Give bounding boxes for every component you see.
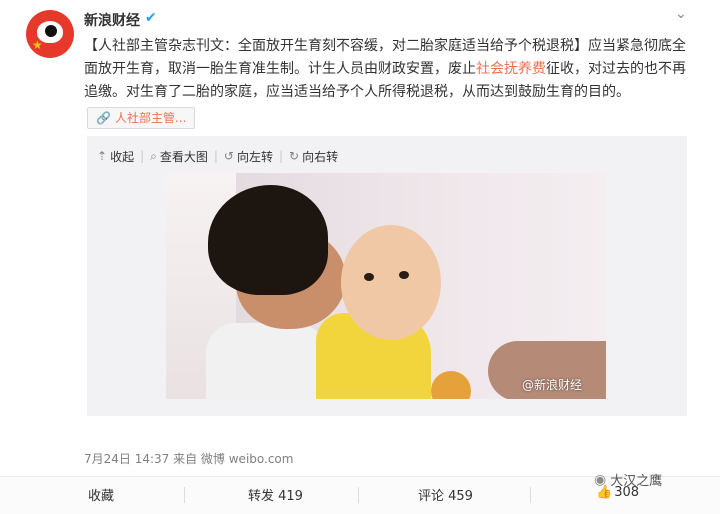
photo-baby-eye	[364, 273, 374, 281]
comment-button[interactable]: 评论 459	[418, 485, 473, 504]
wechat-watermark: ◉ 大汉之鹰	[594, 470, 663, 490]
photo-watermark: @新浪财经	[522, 378, 583, 392]
toolbar-divider: |	[140, 149, 145, 163]
repost-button[interactable]: 转发 419	[248, 485, 303, 504]
username[interactable]: 新浪财经	[84, 10, 140, 30]
view-large-label: 查看大图	[159, 149, 208, 164]
verified-icon: ✔	[145, 10, 157, 26]
topic-link-chip[interactable]: 🔗 人社部主管...	[87, 107, 196, 129]
rotate-left-icon: ↺	[223, 149, 234, 163]
avatar[interactable]: ★	[26, 10, 74, 58]
brand-label: 大汉之鹰	[610, 474, 663, 489]
media-toolbar: ⇡ 收起 | ⌕ 查看大图 | ↺ 向左转 | ↻ 向右转	[97, 146, 346, 166]
rotate-right-button[interactable]: ↻ 向右转	[289, 148, 338, 165]
rotate-right-icon: ↻	[289, 149, 300, 163]
action-divider	[184, 487, 185, 503]
favorite-button[interactable]: 收藏	[88, 485, 114, 504]
photo-boy-shirt	[206, 323, 326, 399]
post-link[interactable]: 社会抚养费	[476, 61, 546, 77]
collapse-label: 收起	[110, 149, 135, 164]
wechat-icon: ◉	[594, 471, 607, 488]
toolbar-divider: |	[213, 149, 218, 163]
rotate-left-label: 向左转	[236, 149, 273, 164]
post-text: 【人社部主管杂志刊文：全面放开生育刻不容缓，对二胎家庭适当给予个税退税】应当紧急…	[84, 35, 690, 104]
view-large-button[interactable]: ⌕ 查看大图	[150, 148, 208, 165]
action-divider	[358, 487, 359, 503]
post-meta[interactable]: 7月24日 14:37 来自 微博 weibo.com	[84, 450, 293, 467]
photo-baby-face	[341, 225, 441, 340]
topic-link-label: 人社部主管...	[114, 111, 187, 125]
collapse-icon: ⇡	[97, 149, 108, 163]
photo-toy-ball	[431, 371, 471, 399]
rotate-left-button[interactable]: ↺ 向左转	[224, 148, 273, 165]
toolbar-divider: |	[279, 149, 284, 163]
post-photo[interactable]: @新浪财经	[166, 173, 606, 399]
action-divider	[530, 487, 531, 503]
chevron-down-icon[interactable]: ⌄	[675, 6, 691, 22]
star-icon: ★	[32, 38, 43, 52]
pupil-shape	[45, 25, 57, 37]
photo-baby-eye	[399, 271, 409, 279]
photo-boy-hair	[208, 185, 328, 295]
collapse-button[interactable]: ⇡ 收起	[97, 148, 134, 165]
search-icon: ⌕	[150, 148, 157, 163]
paperclip-icon: 🔗	[96, 111, 111, 125]
rotate-right-label: 向右转	[302, 149, 339, 164]
